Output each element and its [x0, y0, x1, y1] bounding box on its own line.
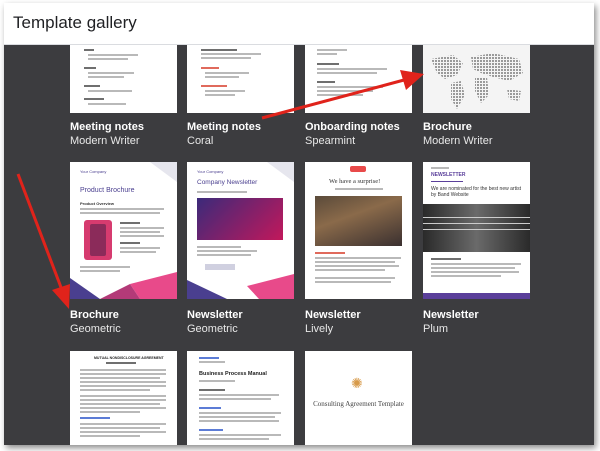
template-thumbnail[interactable]: Your Company Product Brochure Product Ov… — [70, 162, 177, 299]
template-thumbnail[interactable] — [187, 45, 294, 113]
template-card-newsletter-geometric[interactable]: Your Company Company Newsletter Newslett… — [187, 162, 294, 342]
template-card-brochure-geometric[interactable]: Your Company Product Brochure Product Ov… — [70, 162, 177, 342]
template-title: Meeting notes — [70, 121, 144, 133]
template-thumbnail[interactable] — [70, 45, 177, 113]
gallery-header: Template gallery — [4, 3, 594, 45]
flower-icon: ✺ — [351, 375, 363, 391]
template-card-nondisclosure-agreement[interactable]: MUTUAL NONDISCLOSURE AGREEMENT — [70, 351, 177, 445]
template-thumbnail[interactable] — [423, 45, 530, 113]
thumb-company: Your Company — [197, 169, 224, 174]
template-title: Onboarding notes — [305, 121, 400, 133]
template-thumbnail[interactable] — [305, 45, 412, 113]
template-title: Brochure — [70, 309, 119, 321]
logo-badge — [350, 166, 366, 172]
template-title: Newsletter — [305, 309, 361, 321]
template-thumbnail[interactable]: We have a surprise! — [305, 162, 412, 299]
template-card-consulting-agreement[interactable]: ✺ Consulting Agreement Template — [305, 351, 412, 445]
thumb-heading: MUTUAL NONDISCLOSURE AGREEMENT — [94, 356, 164, 360]
template-title: Meeting notes — [187, 121, 261, 133]
template-subtitle: Modern Writer — [70, 135, 140, 147]
template-subtitle: Geometric — [70, 323, 121, 335]
template-thumbnail[interactable]: Business Process Manual — [187, 351, 294, 445]
thumb-section: Product Overview — [80, 201, 115, 206]
template-subtitle: Coral — [187, 135, 214, 147]
thumb-heading: Product Brochure — [80, 187, 135, 194]
tablet-image — [197, 198, 283, 240]
desk-photo — [315, 196, 402, 246]
template-card-meeting-notes-coral[interactable]: Meeting notes Coral — [187, 45, 294, 155]
template-subtitle: Geometric — [187, 323, 238, 335]
world-map-image — [431, 53, 523, 109]
template-subtitle: Spearmint — [305, 135, 356, 147]
template-title: Newsletter — [187, 309, 243, 321]
thumb-heading: We are nominated for the best new artist… — [431, 186, 521, 198]
template-thumbnail[interactable]: ✺ Consulting Agreement Template — [305, 351, 412, 445]
thumb-company: Your Company — [80, 169, 107, 174]
thumb-heading: Consulting Agreement Template — [313, 400, 404, 408]
thumb-heading: We have a surprise! — [329, 178, 381, 185]
template-title: Newsletter — [423, 309, 479, 321]
guitar-photo — [423, 204, 530, 252]
template-subtitle: Lively — [305, 323, 334, 335]
template-card-newsletter-lively[interactable]: We have a surprise! Newsletter Lively — [305, 162, 412, 342]
template-thumbnail[interactable]: NEWSLETTER We are nominated for the best… — [423, 162, 530, 299]
thumb-heading: Business Process Manual — [199, 371, 267, 377]
template-thumbnail[interactable]: MUTUAL NONDISCLOSURE AGREEMENT — [70, 351, 177, 445]
template-card-meeting-notes-modern-writer[interactable]: Meeting notes Modern Writer — [70, 45, 177, 155]
page-title: Template gallery — [13, 13, 137, 32]
template-card-onboarding-notes-spearmint[interactable]: Onboarding notes Spearmint — [305, 45, 412, 155]
template-subtitle: Plum — [423, 323, 449, 335]
template-thumbnail[interactable]: Your Company Company Newsletter — [187, 162, 294, 299]
template-subtitle: Modern Writer — [423, 135, 493, 147]
template-gallery-window: Template gallery Meeting notes Modern Wr… — [4, 3, 594, 445]
template-card-newsletter-plum[interactable]: NEWSLETTER We are nominated for the best… — [423, 162, 530, 342]
template-card-business-process-manual[interactable]: Business Process Manual — [187, 351, 294, 445]
template-card-brochure-modern-writer[interactable]: Brochure Modern Writer — [423, 45, 530, 155]
thumb-label: NEWSLETTER — [431, 172, 466, 178]
thumb-heading: Company Newsletter — [197, 179, 258, 186]
template-title: Brochure — [423, 121, 472, 133]
